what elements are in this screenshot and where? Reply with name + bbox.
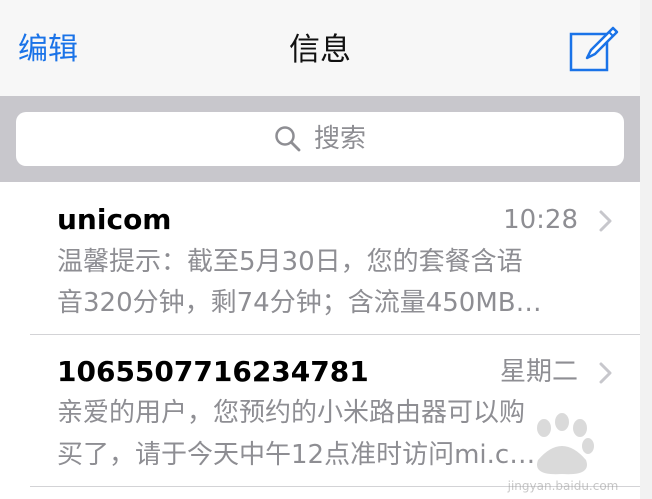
message-preview-line: 音320分钟，剩74分钟；含流量450MB… (57, 288, 542, 318)
message-preview-line: 温馨提示：截至5月30日，您的套餐含语 (57, 247, 523, 277)
chevron-right-icon (599, 210, 612, 232)
screen-edge (640, 0, 652, 499)
compose-button[interactable] (565, 24, 621, 76)
search-placeholder: 搜索 (313, 124, 366, 154)
message-time: 10:28 (503, 205, 578, 235)
baidu-watermark-logo: jingyan.baidu.com (507, 413, 619, 493)
sender-name: unicom (57, 203, 172, 236)
list-item[interactable]: unicom 10:28 温馨提示：截至5月30日，您的套餐含语 音320分钟，… (0, 182, 640, 334)
search-bar: 搜索 (0, 96, 640, 182)
compose-icon (569, 26, 619, 72)
search-icon (275, 126, 301, 152)
svg-text:jingyan.baidu.com: jingyan.baidu.com (507, 479, 619, 493)
search-input[interactable]: 搜索 (16, 112, 624, 166)
page-title: 信息 (289, 32, 351, 68)
chevron-right-icon (599, 362, 612, 384)
navigation-bar: 编辑 信息 (0, 0, 640, 96)
sender-name: 1065507716234781 (57, 355, 369, 388)
message-time: 星期二 (499, 357, 578, 387)
